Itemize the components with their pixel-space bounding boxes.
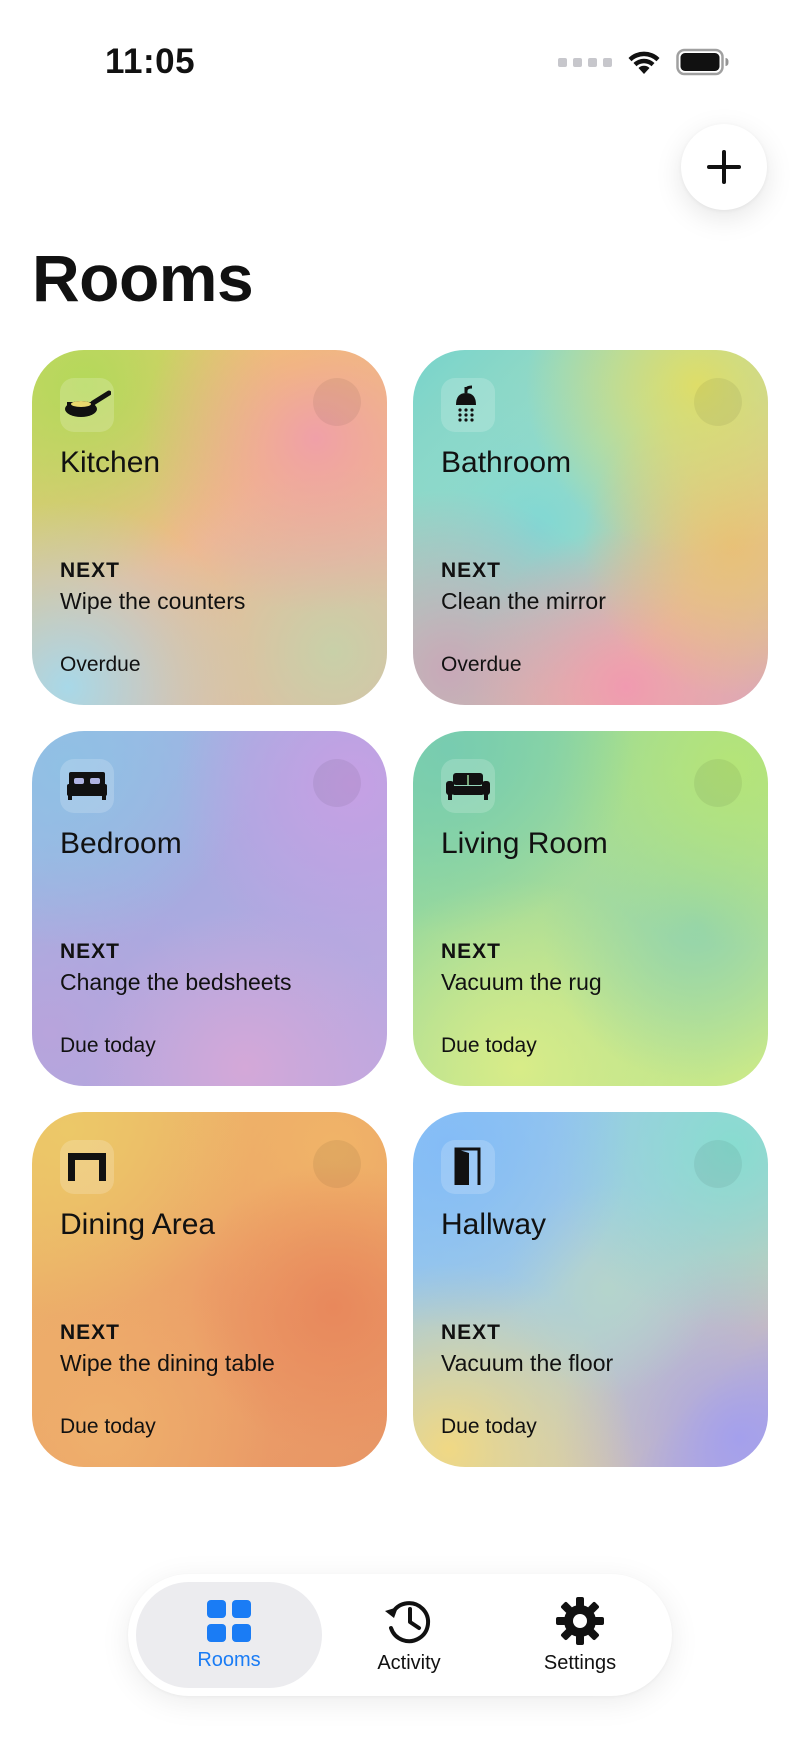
card-icon-box [441,759,495,813]
tab-settings[interactable]: Settings [496,1582,664,1688]
card-icon-box [441,1140,495,1194]
history-clock-icon [385,1600,431,1643]
plus-icon [707,150,741,184]
complete-task-button[interactable] [694,378,742,426]
grid-icon [207,1599,251,1642]
wifi-icon [628,51,660,74]
page-title: Rooms [32,241,254,315]
battery-icon [676,48,729,76]
status-text: Due today [441,1034,537,1057]
room-name: Kitchen [60,446,161,479]
next-label: NEXT [60,940,121,963]
door-icon [454,1147,481,1185]
next-label: NEXT [441,940,502,963]
frying-pan-icon [65,390,111,417]
complete-task-button[interactable] [313,378,361,426]
next-task: Clean the mirror [441,588,606,614]
status-bar: 11:05 [0,0,800,130]
room-card-hallway[interactable]: Hallway NEXT Vacuum the floor Due today [413,1112,768,1467]
status-text: Due today [441,1415,537,1438]
tab-label: Settings [543,1651,617,1674]
table-icon [68,1153,106,1181]
tab-bar: Rooms Activity Settings [128,1574,672,1696]
status-icons [558,48,730,76]
card-icon-box [60,759,114,813]
tab-rooms[interactable]: Rooms [136,1582,322,1688]
next-task: Vacuum the rug [441,969,602,995]
room-name: Living Room [441,827,608,860]
bed-icon [67,772,107,800]
status-text: Overdue [60,653,141,676]
status-text: Due today [60,1034,156,1057]
complete-task-button[interactable] [694,759,742,807]
room-card-kitchen[interactable]: Kitchen NEXT Wipe the counters Overdue [32,350,387,705]
room-name: Bathroom [441,446,572,479]
status-text: Overdue [441,653,522,676]
gear-icon [556,1596,604,1645]
tab-label: Activity [377,1651,441,1674]
next-task: Vacuum the floor [441,1350,614,1376]
next-label: NEXT [60,559,121,582]
next-label: NEXT [441,559,502,582]
next-task: Wipe the counters [60,588,246,614]
next-label: NEXT [441,1321,502,1344]
room-card-dining-area[interactable]: Dining Area NEXT Wipe the dining table D… [32,1112,387,1467]
next-task: Change the bedsheets [60,969,292,995]
room-name: Hallway [441,1208,547,1241]
next-task: Wipe the dining table [60,1350,275,1376]
tab-label: Rooms [197,1648,261,1671]
card-icon-box [60,1140,114,1194]
add-room-button[interactable] [681,124,767,210]
sofa-icon [446,773,490,800]
complete-task-button[interactable] [313,759,361,807]
complete-task-button[interactable] [313,1140,361,1188]
status-time: 11:05 [105,42,196,81]
next-label: NEXT [60,1321,121,1344]
room-card-bathroom[interactable]: Bathroom NEXT Clean the mirror Overdue [413,350,768,705]
card-icon-box [60,378,114,432]
complete-task-button[interactable] [694,1140,742,1188]
tab-activity[interactable]: Activity [322,1582,496,1688]
card-icon-box [441,378,495,432]
cellular-signal-icon [558,57,612,67]
room-name: Dining Area [60,1208,216,1241]
shower-icon [456,385,476,422]
status-text: Due today [60,1415,156,1438]
room-card-living-room[interactable]: Living Room NEXT Vacuum the rug Due toda… [413,731,768,1086]
room-name: Bedroom [60,827,182,860]
room-card-bedroom[interactable]: Bedroom NEXT Change the bedsheets Due to… [32,731,387,1086]
